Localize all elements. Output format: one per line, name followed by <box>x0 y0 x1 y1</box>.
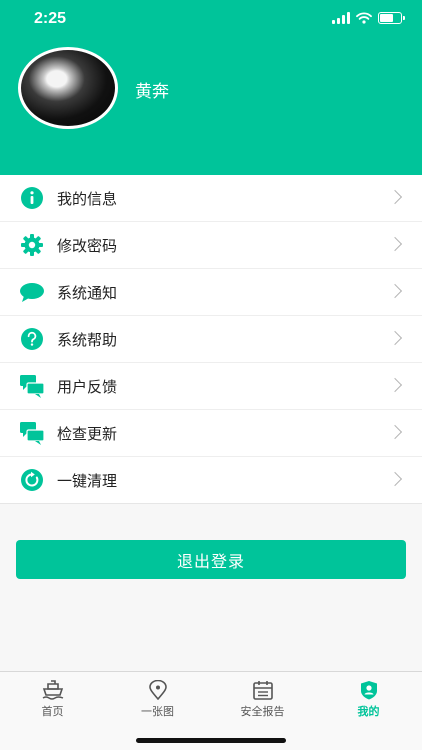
map-pin-icon <box>148 680 167 700</box>
menu-item-label: 我的信息 <box>57 190 118 208</box>
tab-label: 我的 <box>357 705 380 718</box>
gear-icon <box>19 233 45 257</box>
settings-menu: 我的信息 修改密码 系统通知 系统帮助 用户反馈 检查更新 一键清理 <box>0 175 422 504</box>
chat-bubble-icon <box>19 280 45 304</box>
menu-item-label: 系统通知 <box>57 284 118 302</box>
status-time: 2:25 <box>34 10 67 27</box>
menu-item-label: 一键清理 <box>57 472 118 490</box>
user-shield-icon <box>360 681 377 700</box>
tab-label: 首页 <box>41 705 64 718</box>
user-name: 黄奔 <box>135 82 169 102</box>
chevron-right-icon <box>387 283 403 299</box>
update-icon <box>19 421 45 445</box>
logout-button[interactable]: 退出登录 <box>16 540 406 579</box>
info-icon <box>19 186 45 210</box>
chevron-right-icon <box>387 330 403 346</box>
profile-header: 2:25 黄奔 <box>0 0 422 175</box>
menu-item-label: 用户反馈 <box>57 378 118 396</box>
avatar[interactable] <box>18 47 118 129</box>
menu-item-system-notice[interactable]: 系统通知 <box>0 269 422 316</box>
menu-item-one-click-clean[interactable]: 一键清理 <box>0 457 422 504</box>
menu-item-user-feedback[interactable]: 用户反馈 <box>0 363 422 410</box>
chevron-right-icon <box>387 424 403 440</box>
signal-icon <box>332 12 350 24</box>
menu-item-check-update[interactable]: 检查更新 <box>0 410 422 457</box>
chevron-right-icon <box>387 471 403 487</box>
status-icons <box>332 12 405 24</box>
menu-item-label: 修改密码 <box>57 237 118 255</box>
tab-label: 一张图 <box>141 705 174 718</box>
ship-icon <box>42 680 63 700</box>
menu-item-label: 系统帮助 <box>57 331 118 349</box>
tab-map[interactable]: 一张图 <box>105 680 210 719</box>
help-icon <box>19 327 45 351</box>
chevron-right-icon <box>387 236 403 252</box>
chevron-right-icon <box>387 189 403 205</box>
tab-label: 安全报告 <box>240 705 285 718</box>
tab-safety-report[interactable]: 安全报告 <box>210 680 315 719</box>
refresh-icon <box>19 468 45 492</box>
status-bar: 2:25 <box>0 0 422 40</box>
feedback-icon <box>19 374 45 398</box>
menu-item-system-help[interactable]: 系统帮助 <box>0 316 422 363</box>
tab-home[interactable]: 首页 <box>0 680 105 719</box>
menu-item-label: 检查更新 <box>57 425 118 443</box>
menu-item-change-password[interactable]: 修改密码 <box>0 222 422 269</box>
menu-item-my-info[interactable]: 我的信息 <box>0 175 422 222</box>
tab-mine[interactable]: 我的 <box>316 680 421 719</box>
chevron-right-icon <box>387 377 403 393</box>
home-indicator <box>136 738 286 743</box>
calendar-icon <box>252 681 273 700</box>
battery-icon <box>378 12 405 24</box>
wifi-icon <box>356 12 372 24</box>
